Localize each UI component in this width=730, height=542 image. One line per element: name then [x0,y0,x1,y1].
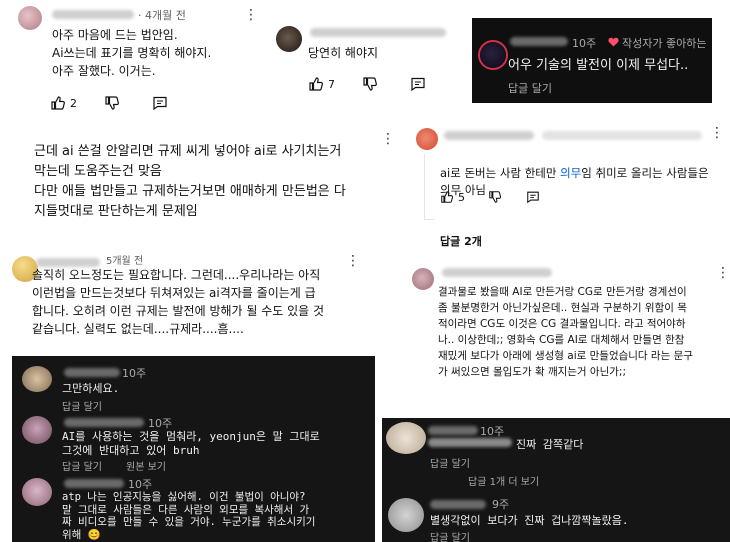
avatar[interactable] [22,366,52,392]
comment-icon [153,96,167,111]
author-name-blurred[interactable] [64,479,124,488]
reply-button[interactable]: 답글 달기 [430,455,470,470]
comment-card-1: · 4개월 전 ⋮ 아주 마음에 드는 법안임. Ai쓰는데 표기를 명확히 해… [0,0,255,118]
reply-thread-right: 10주 진짜 감쪽같다 답글 달기 답글 1개 더 보기 9주 별생각없이 보다… [382,418,730,542]
avatar[interactable] [416,128,438,150]
dislike-button[interactable] [488,190,502,204]
dislike-button[interactable] [104,95,120,111]
author-name-blurred[interactable] [64,418,144,427]
creator-liked-label: 작성자가 좋아하는 [622,37,707,50]
reply-button[interactable]: 답글 달기 [62,398,102,413]
more-options-icon[interactable]: ⋮ [346,254,355,268]
mention-link[interactable]: 의무 [560,166,581,180]
comment-card-7: ⋮ 결과물로 봤을때 AI로 만든거랑 CG로 만든거랑 경계선이 좀 불분명한… [404,262,724,386]
comment-text: 아주 마음에 드는 법안임. Ai쓰는데 표기를 명확히 해야지. 아주 잘했다… [52,28,212,78]
comment-icon [527,191,539,204]
thumbs-down-icon [363,77,377,91]
comment-text: AI를 사용하는 것을 멈춰라, yeonjun은 말 그대로 그것에 반대하고… [62,430,320,457]
comment-card-5: ⋮ ai로 돈버는 사람 한테만 의무임 취미로 올리는 사람들은 의무 아님 … [410,122,722,250]
view-replies-button[interactable]: 답글 2개 [440,233,482,249]
comment-text: 당연히 해야지 [308,46,379,60]
thread-line [424,154,425,220]
author-name-blurred[interactable] [442,268,552,277]
dislike-button[interactable] [362,76,378,92]
comment-card-3: 10주 작성자가 좋아하는 어우 기술의 발전이 이제 무섭다.. 답글 달기 [472,18,712,103]
more-options-icon[interactable]: ⋮ [244,8,255,22]
avatar[interactable] [22,416,52,444]
author-name-blurred[interactable] [428,426,478,435]
avatar[interactable] [386,422,426,454]
more-options-icon[interactable]: ⋮ [381,132,395,146]
more-options-icon[interactable]: ⋮ [710,126,722,140]
comment-text: 어우 기술의 발전이 이제 무섭다.. [508,58,689,73]
comment-text: 결과물로 봤을때 AI로 만든거랑 CG로 만든거랑 경계선이 좀 불분명한거 … [438,286,693,378]
comment-card-2: 당연히 해야지 7 [258,18,464,100]
thumbs-up-icon [441,191,454,203]
thumbs-up-icon [309,77,323,91]
thread-line-corner [424,219,434,220]
like-count: 5 [458,190,465,204]
avatar[interactable] [480,42,506,68]
comment-card-6: 5개월 전 ⋮ 솔직히 오느정도는 필요합니다. 그런데....우리나라는 아직… [0,246,355,348]
quoted-name-blurred [428,438,512,447]
author-name-blurred[interactable] [52,10,134,19]
comment-text: ai로 돈버는 사람 한테만 의무임 취미로 올리는 사람들은 의무 아님 [440,148,709,199]
comment-text: 진짜 감쪽같다 [516,438,584,451]
comment-time: 10주 [148,417,173,430]
like-count: 2 [70,96,77,110]
like-button[interactable]: 5 [440,190,465,204]
comment-time: 10주 [122,367,147,380]
reply-button[interactable]: 답글 달기 [508,80,552,96]
like-button[interactable]: 7 [308,76,335,92]
comment-text: 근데 ai 쓴걸 안알리면 규제 씨게 넣어야 ai로 사기치는거 막는데 도움… [34,144,346,219]
more-options-icon[interactable]: ⋮ [716,266,724,280]
comment-time: 10주 [480,425,505,438]
reply-button[interactable]: 답글 달기 [62,458,102,473]
reply-thread-left: 10주 그만하세요. 답글 달기 10주 AI를 사용하는 것을 멈춰라, ye… [12,356,375,542]
avatar[interactable] [22,478,52,506]
comment-text: 그만하세요. [62,382,120,395]
reply-button[interactable] [152,95,168,111]
author-name-blurred[interactable] [64,368,120,377]
avatar[interactable] [276,26,302,52]
author-name-blurred[interactable] [510,37,568,46]
like-button[interactable]: 2 [50,95,77,111]
comment-card-4: 근데 ai 쓴걸 안알리면 규제 씨게 넣어야 ai로 사기치는거 막는데 도움… [0,128,395,236]
thumbs-up-icon [51,96,65,110]
avatar[interactable] [18,6,42,30]
comment-text: atp 나는 인공지능을 싫어해. 이건 불법이 아니야? 말 그대로 사람들은… [62,491,316,541]
heart-icon [608,37,619,47]
like-count: 7 [328,77,335,91]
reply-button[interactable] [526,190,540,204]
thumbs-down-icon [105,96,119,110]
comment-time: 5개월 전 [106,256,144,267]
reply-button[interactable] [410,76,426,92]
comment-time: 9주 [492,498,510,511]
avatar[interactable] [388,498,424,532]
avatar[interactable] [412,268,434,290]
comment-text: 별생각없이 보다가 진짜 겁나깜짝놀랐음. [430,514,629,527]
author-name-blurred[interactable] [310,28,446,37]
see-original-button[interactable]: 원본 보기 [126,458,166,473]
view-more-replies-button[interactable]: 답글 1개 더 보기 [468,473,539,488]
thumbs-down-icon [489,191,502,203]
comment-text-part: ai로 돈버는 사람 한테만 [440,166,561,180]
author-meta-blurred [542,131,702,140]
author-name-blurred[interactable] [430,500,486,509]
comment-time: · 4개월 전 [138,9,186,22]
comment-time: 10주 [128,478,153,491]
author-name-blurred[interactable] [444,131,534,140]
comment-text: 솔직히 오느정도는 필요합니다. 그런데....우리나라는 아직 이런법을 만드… [32,268,325,336]
comment-time: 10주 [572,37,597,50]
comment-icon [411,77,425,92]
reply-button[interactable]: 답글 달기 [430,529,470,542]
